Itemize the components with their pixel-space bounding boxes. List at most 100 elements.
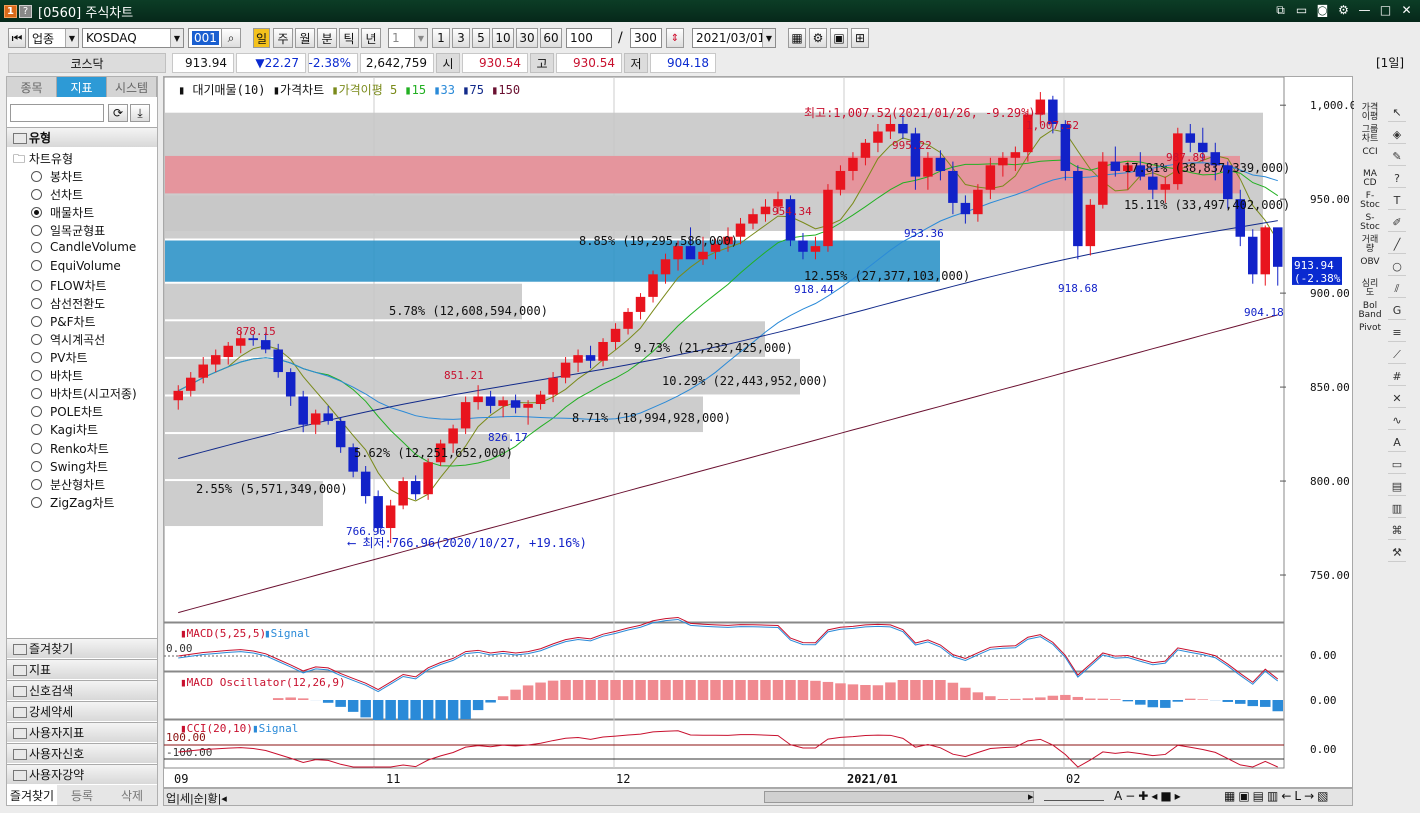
obv-shortcut[interactable]: OBV <box>1355 258 1385 278</box>
radio-icon[interactable] <box>31 279 42 291</box>
tile-icon[interactable]: ▭ <box>1294 3 1309 18</box>
grid-icon[interactable]: # <box>1388 368 1406 386</box>
period-week-button[interactable]: 주 <box>273 28 293 48</box>
horizontal-scrollbar[interactable] <box>764 791 1034 803</box>
radio-icon[interactable] <box>31 388 42 400</box>
cci-shortcut[interactable]: CCI <box>1355 148 1385 168</box>
period-month-button[interactable]: 월 <box>295 28 315 48</box>
download-icon[interactable]: ⤓ <box>130 104 150 122</box>
save-icon[interactable]: ▣ <box>830 28 848 48</box>
navigation-buttons[interactable]: A−✚◂■▸ <box>1114 789 1184 803</box>
tab-register[interactable]: 등록 <box>57 785 107 805</box>
chart-type-3[interactable]: 일목균형표 <box>31 222 105 239</box>
radio-icon[interactable] <box>31 333 42 345</box>
fibo-icon[interactable]: ≡ <box>1388 324 1406 342</box>
view-mode-icons[interactable]: ▦▣▤▥←L→▧ <box>1224 789 1331 803</box>
interval-60-button[interactable]: 60 <box>540 28 562 48</box>
section-6[interactable]: 사용자강약 <box>7 764 157 784</box>
gear-icon[interactable]: ⚙ <box>1336 3 1351 18</box>
radio-icon[interactable] <box>31 478 42 490</box>
line-icon[interactable]: ╱ <box>1388 236 1406 254</box>
radio-icon[interactable] <box>31 225 42 237</box>
chevron-down-icon[interactable]: ▼ <box>170 29 183 47</box>
arrows-icon[interactable]: ⇕ <box>666 28 684 48</box>
index-select[interactable]: KOSDAQ ▼ <box>82 28 184 48</box>
circle-icon[interactable]: ○ <box>1388 258 1406 276</box>
help-icon[interactable]: ? <box>19 4 32 18</box>
chart-type-9[interactable]: 역시계곡선 <box>31 331 105 348</box>
question-icon[interactable]: ? <box>1388 170 1406 188</box>
close-button[interactable]: ✕ <box>1399 3 1414 18</box>
macd-shortcut[interactable]: MA CD <box>1355 170 1385 190</box>
period-day-button[interactable]: 일 <box>253 28 270 48</box>
analysis-icon[interactable]: ⌘ <box>1388 522 1406 540</box>
interval-30-button[interactable]: 30 <box>516 28 538 48</box>
chart-type-15[interactable]: Renko차트 <box>31 440 109 457</box>
section-1[interactable]: 지표 <box>7 659 157 679</box>
chart-type-5[interactable]: EquiVolume <box>31 259 121 273</box>
chart-type-4[interactable]: CandleVolume <box>31 240 136 254</box>
radio-icon[interactable] <box>31 241 42 253</box>
tool-icon[interactable]: ⚒ <box>1388 544 1406 562</box>
radio-icon[interactable] <box>31 460 42 472</box>
volume-shortcut[interactable]: 거래 량 <box>1355 236 1385 256</box>
filter-input[interactable] <box>10 104 104 122</box>
radio-icon[interactable] <box>31 260 42 271</box>
count-input[interactable]: 100 <box>566 28 612 48</box>
tab-favorites[interactable]: 즐겨찾기 <box>7 785 57 805</box>
interval-3-button[interactable]: 3 <box>452 28 470 48</box>
radio-icon[interactable] <box>31 352 42 363</box>
eraser-icon[interactable]: ◈ <box>1388 126 1406 144</box>
psychology-shortcut[interactable]: 심리 도 <box>1355 280 1385 300</box>
auto-icon[interactable]: A <box>1388 434 1406 452</box>
market-select[interactable]: 업종 ▼ <box>28 28 79 48</box>
doc-icon[interactable]: ▤ <box>1388 478 1406 496</box>
tab-delete[interactable]: 삭제 <box>107 785 157 805</box>
chart-type-16[interactable]: Swing차트 <box>31 458 108 475</box>
price-ma-shortcut[interactable]: 가격 이평 <box>1355 104 1385 124</box>
cursor-icon[interactable]: ↖ <box>1388 104 1406 122</box>
interval-5-button[interactable]: 5 <box>472 28 490 48</box>
chart-type-7[interactable]: 삼선전환도 <box>31 295 105 312</box>
fstoc-shortcut[interactable]: F- Stoc <box>1355 192 1385 212</box>
period-minute-button[interactable]: 분 <box>317 28 337 48</box>
scroll-right-icon[interactable]: ▸ <box>1028 790 1034 803</box>
cross-icon[interactable]: ✕ <box>1388 390 1406 408</box>
zoom-slider[interactable] <box>1044 793 1104 801</box>
chart-type-1[interactable]: 선차트 <box>31 186 83 203</box>
channel-icon[interactable]: ⫽ <box>1388 280 1406 298</box>
chart-type-17[interactable]: 분산형차트 <box>31 476 105 493</box>
radio-icon[interactable] <box>31 424 42 436</box>
chart-type-14[interactable]: Kagi차트 <box>31 421 98 438</box>
bollinger-shortcut[interactable]: Bol Band <box>1355 302 1385 322</box>
section-3[interactable]: 강세약세 <box>7 701 157 721</box>
fan-icon[interactable]: ⟋ <box>1388 346 1406 364</box>
link-icon[interactable]: ⧉ <box>1273 3 1288 18</box>
wave-icon[interactable]: ∿ <box>1388 412 1406 430</box>
date-select[interactable]: 2021/03/01 ▼ <box>692 28 776 48</box>
pen-icon[interactable]: ✎ <box>1388 148 1406 166</box>
section-2[interactable]: 신호검색 <box>7 680 157 700</box>
chart-type-18[interactable]: ZigZag차트 <box>31 494 114 511</box>
chart-type-13[interactable]: POLE차트 <box>31 403 103 420</box>
chevron-down-icon[interactable]: ▼ <box>65 29 78 47</box>
chart-type-icon[interactable]: ▦ <box>788 28 806 48</box>
gann-icon[interactable]: G <box>1388 302 1406 320</box>
section-type[interactable]: 유형 <box>7 127 157 147</box>
search-icon[interactable]: ⌕ <box>221 28 241 48</box>
section-4[interactable]: 사용자지표 <box>7 722 157 742</box>
chart-type-10[interactable]: PV차트 <box>31 349 88 366</box>
tab-system[interactable]: 시스템 <box>107 77 157 97</box>
radio-icon[interactable] <box>31 442 42 454</box>
camera-icon[interactable]: ◙ <box>1315 3 1330 18</box>
view-toggle-buttons[interactable]: 업|세|순|황|◂ <box>166 790 227 806</box>
radio-icon[interactable] <box>31 189 42 201</box>
radio-icon[interactable] <box>31 315 42 327</box>
chevron-down-icon[interactable]: ▼ <box>762 29 775 47</box>
tab-stocks[interactable]: 종목 <box>7 77 57 97</box>
radio-icon[interactable] <box>31 171 42 182</box>
stats-icon[interactable]: ▥ <box>1388 500 1406 518</box>
radio-icon[interactable] <box>31 370 42 382</box>
pivot-shortcut[interactable]: Pivot <box>1355 324 1385 344</box>
window-icon[interactable]: ▭ <box>1388 456 1406 474</box>
